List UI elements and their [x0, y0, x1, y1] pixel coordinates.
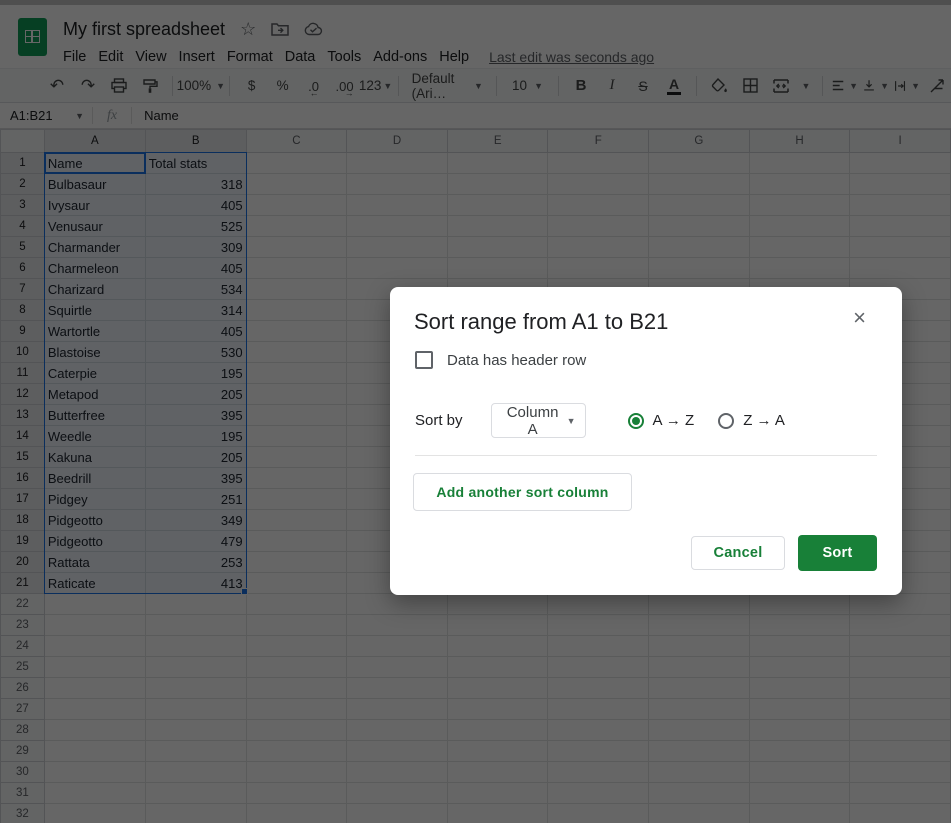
dialog-title: Sort range from A1 to B21	[414, 309, 669, 334]
radio-unselected-icon[interactable]	[718, 412, 735, 429]
descending-label: Z → A	[743, 412, 785, 429]
sort-by-row: Sort by Column A ▼ A → Z Z → A	[415, 403, 785, 438]
checkbox-label: Data has header row	[447, 351, 587, 369]
checkbox-icon[interactable]	[415, 351, 433, 369]
sheets-app: My first spreadsheet ☆ FileEditViewInser…	[0, 0, 951, 823]
ascending-label: A → Z	[652, 412, 695, 429]
sort-by-label: Sort by	[415, 412, 463, 429]
sort-range-dialog: Sort range from A1 to B21 × Data has hea…	[390, 287, 902, 595]
sort-ascending-option[interactable]: A → Z	[627, 412, 695, 429]
sort-button[interactable]: Sort	[798, 535, 877, 571]
add-sort-column-button[interactable]: Add another sort column	[413, 473, 632, 511]
chevron-down-icon: ▼	[566, 415, 576, 426]
cancel-button[interactable]: Cancel	[691, 536, 785, 570]
sort-column-value: Column A	[506, 403, 559, 438]
radio-selected-icon[interactable]	[627, 412, 644, 429]
sort-column-select[interactable]: Column A ▼	[490, 403, 586, 438]
header-row-option[interactable]: Data has header row	[415, 351, 586, 369]
dialog-divider	[415, 455, 877, 456]
sort-descending-option[interactable]: Z → A	[718, 412, 785, 429]
close-icon[interactable]: ×	[853, 307, 866, 329]
